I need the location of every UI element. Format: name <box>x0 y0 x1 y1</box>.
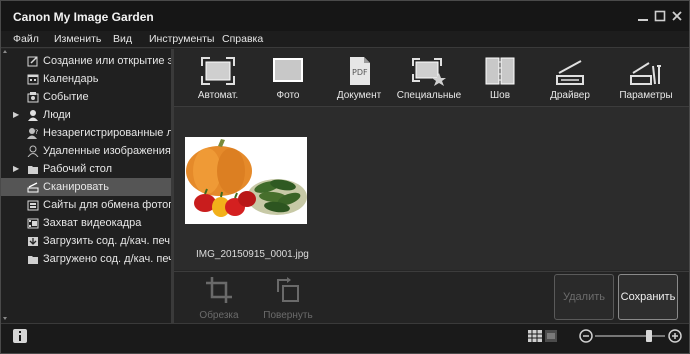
close-icon[interactable] <box>671 10 683 22</box>
toolbar-label: Специальные <box>396 90 462 101</box>
stitch-scan-button[interactable]: Шов <box>470 49 530 105</box>
toolbar-label: Документ <box>336 90 382 101</box>
sidebar-item-people[interactable]: ▶ Люди <box>1 106 171 124</box>
scan-results-area: IMG_20150915_0001.jpg <box>174 106 689 270</box>
app-title: Canon My Image Garden <box>13 10 154 24</box>
thumbnail-image[interactable] <box>185 137 307 224</box>
sidebar-item-label: Рабочий стол <box>43 163 113 175</box>
document-scan-button[interactable]: PDF Документ <box>329 49 389 105</box>
sidebar-item-create-open[interactable]: Создание или открытие эле <box>1 52 185 70</box>
video-frame-icon <box>27 218 39 229</box>
crop-icon <box>206 277 232 303</box>
custom-scan-icon <box>412 58 446 86</box>
photo-scan-button[interactable]: Фото <box>258 49 318 105</box>
thumbnail-filename: IMG_20150915_0001.jpg <box>196 249 309 260</box>
toolbar-label: Параметры <box>619 90 673 101</box>
calendar-icon <box>27 74 39 85</box>
grid-view-icon[interactable] <box>528 330 542 342</box>
rotate-button[interactable]: Повернуть <box>258 274 318 322</box>
download-icon <box>28 237 38 246</box>
toolbar-label: Фото <box>276 90 300 101</box>
list-view-icon[interactable] <box>545 330 557 342</box>
sidebar-item-label: Загрузить сод. д/кач. печ. <box>43 235 174 247</box>
expand-arrow-icon[interactable]: ▶ <box>13 110 19 119</box>
sidebar: Создание или открытие эле Календарь Собы… <box>1 49 189 323</box>
create-open-icon <box>27 56 38 67</box>
photo-sharing-icon <box>27 200 39 211</box>
scanner-icon <box>27 182 39 193</box>
photo-scan-icon <box>273 58 303 82</box>
auto-scan-button[interactable]: Автомат. <box>188 49 248 105</box>
crop-label: Обрезка <box>199 310 239 321</box>
folder-icon <box>28 166 38 174</box>
unregistered-person-icon: ? <box>27 128 38 139</box>
downloaded-folder-icon <box>28 256 38 264</box>
maximize-icon[interactable] <box>654 10 666 22</box>
app-window: Canon My Image Garden Файл Изменить Вид … <box>0 0 690 354</box>
scan-toolbar: Автомат. Фото PDF Документ Специальные Ш… <box>174 49 689 105</box>
sidebar-item-desktop[interactable]: ▶ Рабочий стол <box>1 160 171 178</box>
driver-icon <box>556 60 584 85</box>
sidebar-item-label: Сканировать <box>43 181 109 193</box>
rotate-label: Повернуть <box>263 310 313 321</box>
action-bar: Обрезка Повернуть Удалить Сохранить <box>174 271 689 323</box>
expand-arrow-icon[interactable]: ▶ <box>13 164 19 173</box>
scan-settings-button[interactable]: Параметры <box>610 49 682 105</box>
sidebar-item-download-print[interactable]: Загрузить сод. д/кач. печ. <box>1 232 174 250</box>
zoom-slider-thumb[interactable] <box>645 330 652 342</box>
delete-button[interactable]: Удалить <box>554 274 614 320</box>
sidebar-item-photo-sharing[interactable]: Сайты для обмена фотогра <box>1 196 185 214</box>
toolbar-label: Шов <box>489 90 511 101</box>
sidebar-item-video-frame[interactable]: Захват видеокадра <box>1 214 171 232</box>
sidebar-item-downloaded-print[interactable]: Загружено сод. д/кач. печ. <box>1 250 177 268</box>
minimize-icon[interactable] <box>637 10 649 22</box>
driver-scan-button[interactable]: Драйвер <box>540 49 600 105</box>
menu-tools[interactable]: Инструменты <box>149 33 214 45</box>
info-icon[interactable] <box>13 329 27 343</box>
sidebar-item-label: Захват видеокадра <box>43 217 142 229</box>
menu-file[interactable]: Файл <box>13 33 39 45</box>
zoom-out-icon[interactable] <box>579 329 593 343</box>
sidebar-item-unregistered-people[interactable]: ? Незарегистрированные люд <box>1 124 187 142</box>
auto-scan-icon <box>201 57 235 85</box>
sidebar-item-label: Сайты для обмена фотогра <box>43 199 185 211</box>
save-button[interactable]: Сохранить <box>618 274 678 320</box>
sidebar-item-scan[interactable]: Сканировать <box>1 178 171 196</box>
sidebar-item-deleted-people[interactable]: Удаленные изображения лю <box>1 142 189 160</box>
crop-button[interactable]: Обрезка <box>189 274 249 322</box>
status-bar <box>1 323 689 353</box>
sidebar-item-label: Создание или открытие эле <box>43 55 186 67</box>
menu-bar: Файл Изменить Вид Инструменты Справка <box>1 31 689 48</box>
document-pdf-icon: PDF <box>350 57 370 85</box>
pumpkin-vegetables-image <box>185 137 307 224</box>
svg-text:PDF: PDF <box>352 68 368 77</box>
zoom-slider-track[interactable] <box>595 330 665 342</box>
menu-edit[interactable]: Изменить <box>54 33 101 45</box>
sidebar-item-calendar[interactable]: Календарь <box>1 70 171 88</box>
menu-view[interactable]: Вид <box>113 33 132 45</box>
sidebar-item-label: Люди <box>43 109 71 121</box>
title-bar: Canon My Image Garden <box>1 1 689 31</box>
menu-help[interactable]: Справка <box>222 33 263 45</box>
custom-scan-button[interactable]: Специальные <box>394 49 464 105</box>
toolbar-label: Автомат. <box>197 90 239 101</box>
sidebar-item-label: Загружено сод. д/кач. печ. <box>43 253 177 265</box>
stitch-icon <box>485 57 515 85</box>
sidebar-item-event[interactable]: Событие <box>1 88 171 106</box>
sidebar-item-label: Календарь <box>43 73 99 85</box>
sidebar-item-label: Удаленные изображения лю <box>43 145 189 157</box>
svg-text:?: ? <box>35 129 38 136</box>
deleted-person-icon <box>27 145 39 157</box>
zoom-in-icon[interactable] <box>668 329 682 343</box>
event-icon <box>27 92 39 103</box>
person-icon <box>28 110 38 121</box>
sidebar-item-label: Незарегистрированные люд <box>43 127 188 139</box>
rotate-icon <box>277 277 299 302</box>
settings-scan-icon <box>630 62 661 85</box>
sidebar-item-label: Событие <box>43 91 89 103</box>
toolbar-label: Драйвер <box>550 90 590 101</box>
